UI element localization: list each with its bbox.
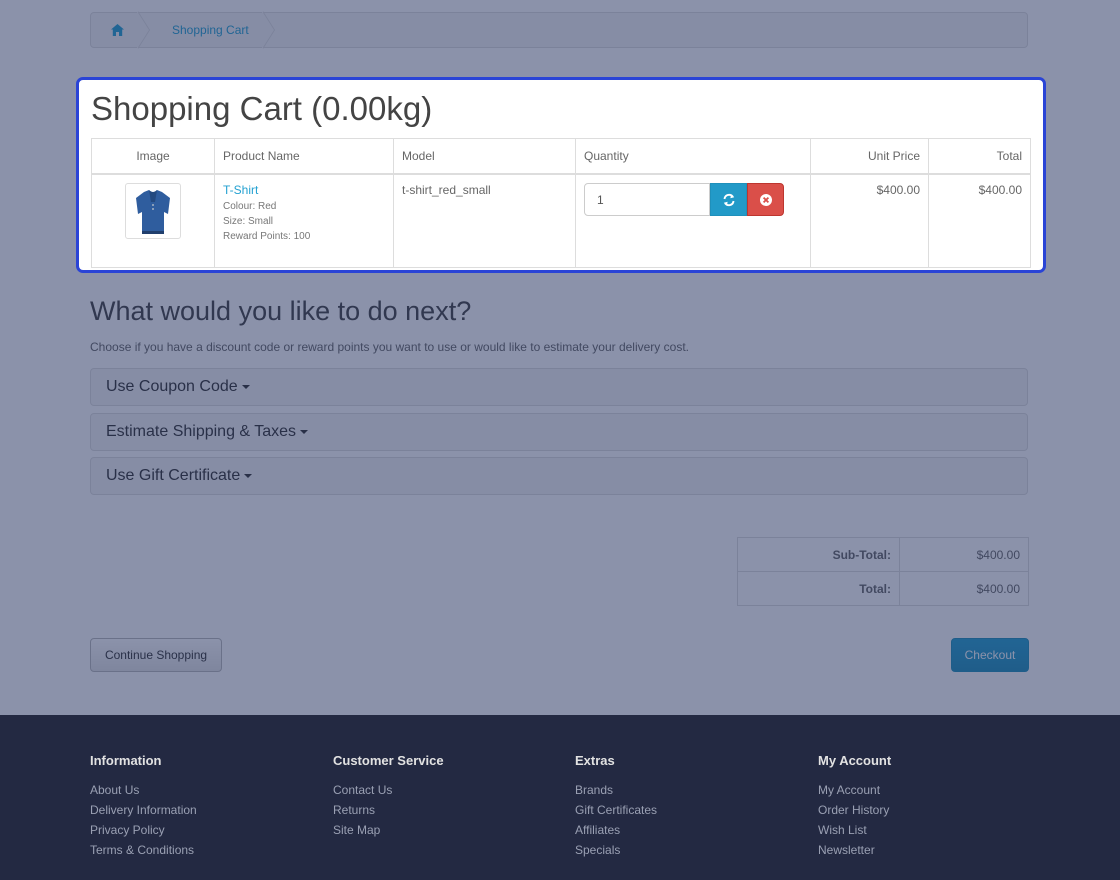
cart-item-model: t-shirt_red_small xyxy=(393,173,576,268)
col-image: Image xyxy=(91,138,215,175)
footer-column-my-account: My Account My Account Order History Wish… xyxy=(818,753,1048,860)
footer-link-newsletter[interactable]: Newsletter xyxy=(818,840,1048,860)
next-steps-title: What would you like to do next? xyxy=(90,296,472,326)
footer-link-specials[interactable]: Specials xyxy=(575,840,805,860)
times-circle-icon xyxy=(759,193,772,206)
col-product-name: Product Name xyxy=(214,138,394,175)
cart-item-total: $400.00 xyxy=(928,173,1031,268)
subtotal-row: Sub-Total: $400.00 xyxy=(737,537,1029,572)
cart-table-header: Image Product Name Model Quantity Unit P… xyxy=(91,138,1031,175)
breadcrumb: Shopping Cart xyxy=(90,11,1028,49)
footer-link-contact-us[interactable]: Contact Us xyxy=(333,780,563,800)
footer-link-delivery-information[interactable]: Delivery Information xyxy=(90,800,320,820)
next-steps-description: Choose if you have a discount code or re… xyxy=(90,340,689,354)
col-model: Model xyxy=(393,138,576,175)
subtotal-label: Sub-Total: xyxy=(737,537,900,572)
subtotal-value: $400.00 xyxy=(899,537,1029,572)
remove-item-button[interactable] xyxy=(747,183,784,216)
cart-item-image-cell xyxy=(91,173,215,268)
cart-highlight-panel: Shopping Cart (0.00kg) Image Product Nam… xyxy=(76,77,1046,273)
cart-item-name-cell: T-Shirt Colour: Red Size: Small Reward P… xyxy=(214,173,394,268)
gift-certificate-panel[interactable]: Use Gift Certificate xyxy=(90,457,1028,495)
totals-table: Sub-Total: $400.00 Total: $400.00 xyxy=(737,537,1029,606)
gift-certificate-panel-title[interactable]: Use Gift Certificate xyxy=(106,467,240,485)
footer-link-gift-certificates[interactable]: Gift Certificates xyxy=(575,800,805,820)
product-option-size: Size: Small xyxy=(223,216,274,227)
footer: Information About Us Delivery Informatio… xyxy=(0,715,1120,880)
footer-link-brands[interactable]: Brands xyxy=(575,780,805,800)
update-quantity-button[interactable] xyxy=(710,183,747,216)
total-value: $400.00 xyxy=(899,571,1029,606)
cart-item-unit-price: $400.00 xyxy=(810,173,929,268)
footer-link-affiliates[interactable]: Affiliates xyxy=(575,820,805,840)
col-total: Total xyxy=(928,138,1031,175)
col-quantity: Quantity xyxy=(575,138,811,175)
continue-shopping-button[interactable]: Continue Shopping xyxy=(90,638,222,672)
product-thumbnail[interactable] xyxy=(125,183,181,239)
caret-down-icon xyxy=(244,474,253,478)
footer-column-information: Information About Us Delivery Informatio… xyxy=(90,753,320,860)
product-link[interactable]: T-Shirt xyxy=(223,183,258,197)
footer-link-returns[interactable]: Returns xyxy=(333,800,563,820)
coupon-panel[interactable]: Use Coupon Code xyxy=(90,368,1028,406)
shipping-panel[interactable]: Estimate Shipping & Taxes xyxy=(90,413,1028,451)
footer-link-my-account[interactable]: My Account xyxy=(818,780,1048,800)
cart-item-row: T-Shirt Colour: Red Size: Small Reward P… xyxy=(91,173,1031,268)
footer-heading: Customer Service xyxy=(333,753,444,768)
footer-link-privacy-policy[interactable]: Privacy Policy xyxy=(90,820,320,840)
product-option-reward-points: Reward Points: 100 xyxy=(223,231,311,242)
caret-down-icon xyxy=(241,385,250,389)
page-title: Shopping Cart (0.00kg) xyxy=(91,90,433,127)
breadcrumb-home[interactable] xyxy=(91,11,150,49)
footer-heading: Information xyxy=(90,753,162,768)
col-unit-price: Unit Price xyxy=(810,138,929,175)
total-label: Total: xyxy=(737,571,900,606)
breadcrumb-link-cart[interactable]: Shopping Cart xyxy=(172,23,249,37)
footer-link-terms-conditions[interactable]: Terms & Conditions xyxy=(90,840,320,860)
cart-table: Image Product Name Model Quantity Unit P… xyxy=(91,138,1031,268)
tshirt-image[interactable] xyxy=(126,184,180,238)
quantity-group xyxy=(584,183,802,216)
shipping-panel-title[interactable]: Estimate Shipping & Taxes xyxy=(106,423,296,441)
footer-link-about-us[interactable]: About Us xyxy=(90,780,320,800)
footer-column-extras: Extras Brands Gift Certificates Affiliat… xyxy=(575,753,805,860)
checkout-button[interactable]: Checkout xyxy=(951,638,1029,672)
footer-link-site-map[interactable]: Site Map xyxy=(333,820,563,840)
footer-heading: My Account xyxy=(818,753,892,768)
coupon-panel-title[interactable]: Use Coupon Code xyxy=(106,378,238,396)
footer-link-order-history[interactable]: Order History xyxy=(818,800,1048,820)
total-row: Total: $400.00 xyxy=(737,571,1029,606)
quantity-input[interactable] xyxy=(584,183,710,216)
caret-down-icon xyxy=(300,430,309,434)
footer-column-customer-service: Customer Service Contact Us Returns Site… xyxy=(333,753,563,840)
home-icon[interactable] xyxy=(111,24,124,36)
product-option-colour: Colour: Red xyxy=(223,201,277,212)
footer-link-wish-list[interactable]: Wish List xyxy=(818,820,1048,840)
refresh-icon xyxy=(723,193,734,206)
breadcrumb-item-cart[interactable]: Shopping Cart xyxy=(150,11,275,49)
cart-item-quantity-cell xyxy=(575,173,811,268)
footer-heading: Extras xyxy=(575,753,615,768)
